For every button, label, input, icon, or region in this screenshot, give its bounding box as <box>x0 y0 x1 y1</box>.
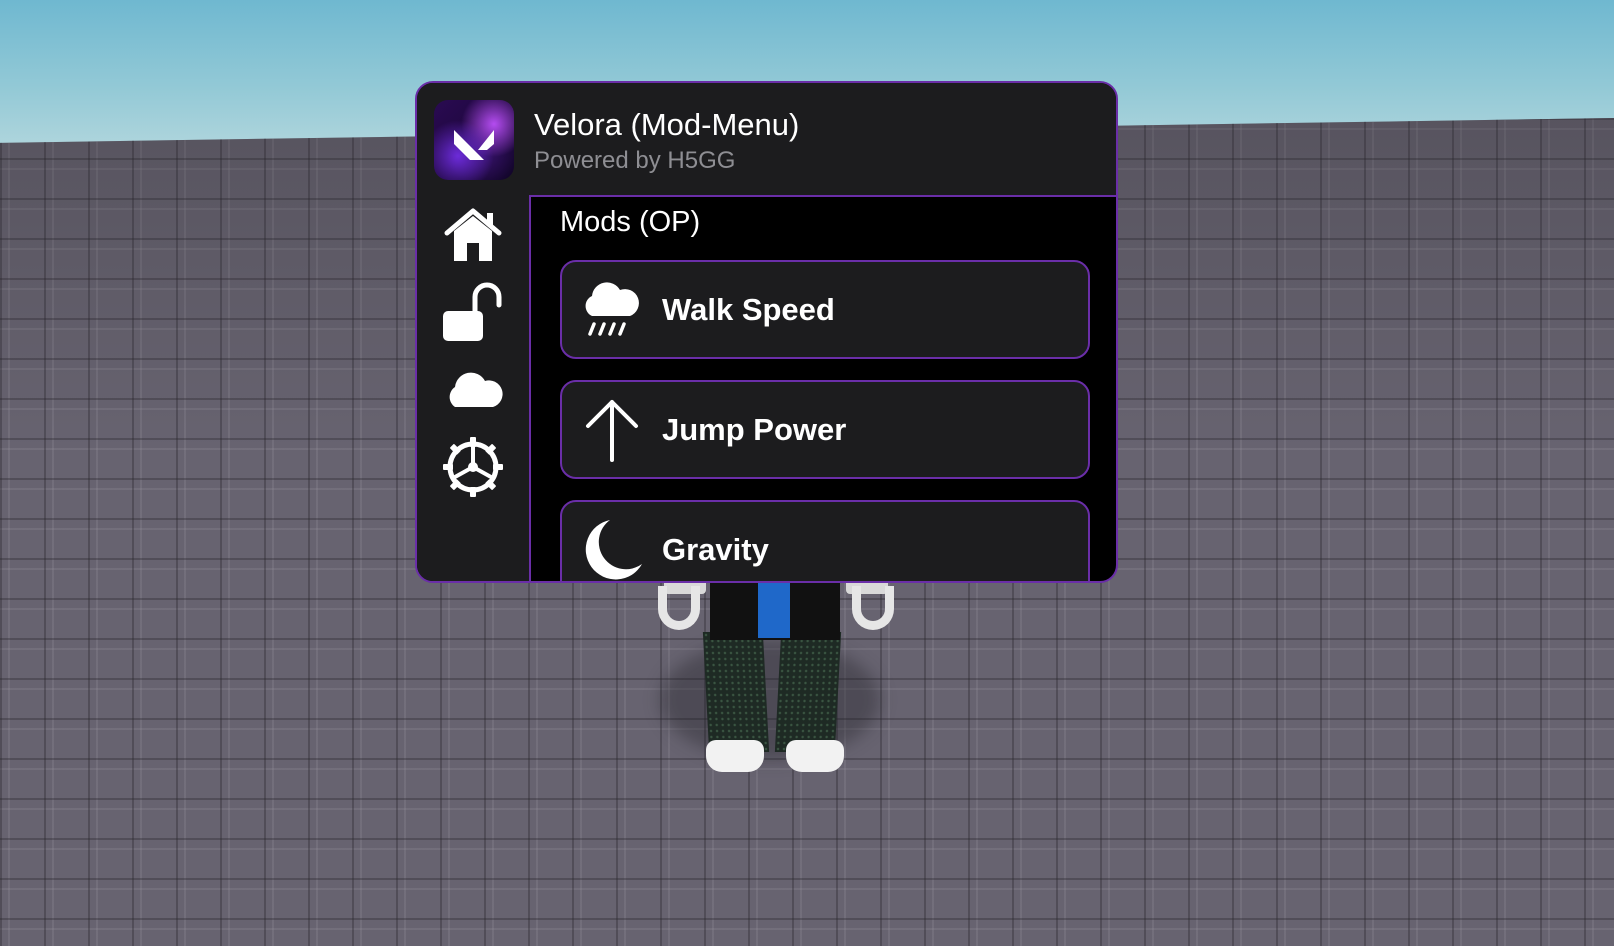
sidebar-item-home[interactable] <box>441 203 505 267</box>
sidebar-item-settings[interactable] <box>441 435 505 499</box>
mod-gravity-button[interactable]: Gravity <box>560 500 1090 581</box>
mods-panel[interactable]: Mods (OP) Walk Speed Jump Power Gravity <box>531 195 1116 581</box>
moon-icon <box>585 520 642 580</box>
app-title: Velora (Mod-Menu) <box>534 107 800 142</box>
house-icon <box>444 208 502 261</box>
mod-label: Gravity <box>662 532 769 567</box>
avatar-left-hand <box>658 586 700 630</box>
velora-logo-icon <box>434 100 514 180</box>
mod-walk-speed-button[interactable]: Walk Speed <box>560 260 1090 359</box>
arrow-up-icon <box>586 400 638 462</box>
sidebar-item-unlock[interactable] <box>441 281 505 345</box>
unlock-icon <box>443 282 502 341</box>
avatar-left-shoe <box>706 740 764 772</box>
app-subtitle: Powered by H5GG <box>534 147 736 174</box>
cloud-icon <box>449 372 503 407</box>
sidebar-item-cloud[interactable] <box>441 357 505 421</box>
avatar-right-hand <box>852 586 894 630</box>
menu-header[interactable]: Velora (Mod-Menu) Powered by H5GG <box>417 83 1116 197</box>
mod-menu-window[interactable]: Velora (Mod-Menu) Powered by H5GG Mods (… <box>415 81 1118 583</box>
avatar-right-shoe <box>786 740 844 772</box>
cloud-rain-icon <box>585 282 639 336</box>
avatar-shadow <box>660 640 880 760</box>
mod-label: Jump Power <box>662 412 847 447</box>
game-scene: Velora (Mod-Menu) Powered by H5GG Mods (… <box>0 0 1614 946</box>
player-avatar <box>640 560 920 790</box>
gear-icon <box>443 437 503 497</box>
section-title: Mods (OP) <box>560 206 701 238</box>
avatar-left-leg <box>702 632 770 752</box>
avatar-right-leg <box>774 632 842 752</box>
mod-label: Walk Speed <box>662 292 835 327</box>
sidebar <box>417 195 531 581</box>
mod-jump-power-button[interactable]: Jump Power <box>560 380 1090 479</box>
